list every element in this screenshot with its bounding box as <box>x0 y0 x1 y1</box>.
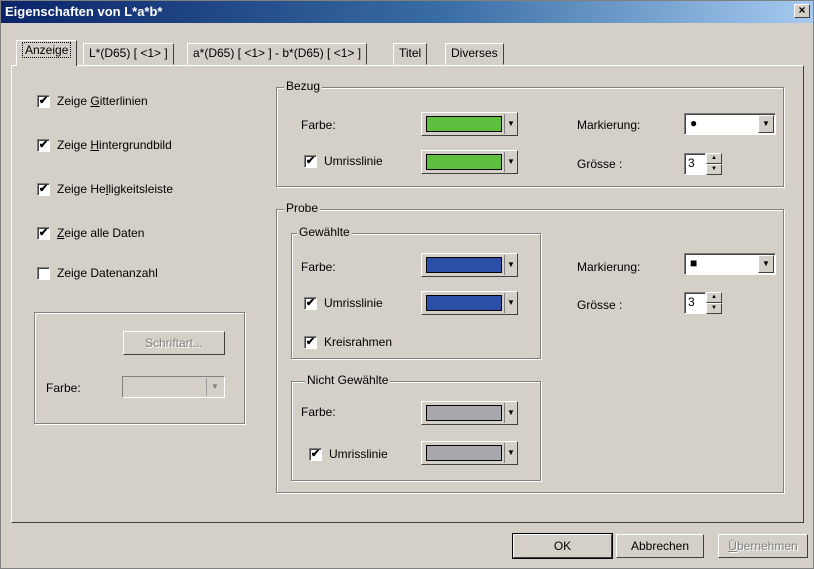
chevron-down-icon: ▼ <box>504 443 517 463</box>
checkbox-helligkeitsleiste[interactable]: ✔ <box>37 183 50 196</box>
gewaehlte-umriss-label: Umrisslinie <box>324 296 383 310</box>
probe-groesse-value[interactable]: 3 <box>684 292 706 314</box>
bezug-markierung-label: Markierung: <box>577 118 641 132</box>
chevron-down-icon: ▼ <box>504 403 517 423</box>
bezug-groesse-value[interactable]: 3 <box>684 153 706 175</box>
close-button[interactable]: × <box>794 4 810 18</box>
kreisrahmen-checkbox[interactable]: ✔ <box>304 336 317 349</box>
label-helligkeitsleiste: Zeige Helligkeitsleiste <box>57 182 174 196</box>
checkbox-hintergrundbild[interactable]: ✔ <box>37 139 50 152</box>
color-swatch <box>426 154 502 170</box>
schriftart-button[interactable]: Schriftart... <box>123 331 225 355</box>
nicht-gewaehlte-farbe-picker[interactable]: ▼ <box>421 401 518 425</box>
font-color-label: Farbe: <box>46 381 81 395</box>
title-bar: Eigenschaften von L*a*b* × <box>1 1 813 23</box>
color-swatch <box>426 445 502 461</box>
label-alle-daten: Zeige alle Daten <box>57 226 145 240</box>
properties-dialog: Eigenschaften von L*a*b* × Anzeige L*(D6… <box>0 0 814 569</box>
bezug-farbe-label: Farbe: <box>301 118 336 132</box>
tab-anzeige[interactable]: Anzeige <box>16 40 78 66</box>
bezug-farbe-picker[interactable]: ▼ <box>421 112 518 136</box>
tab-diverses[interactable]: Diverses <box>445 43 504 65</box>
bezug-groesse-spinner[interactable]: 3 ▲ ▼ <box>684 153 722 175</box>
kreisrahmen-label: Kreisrahmen <box>324 335 393 349</box>
chevron-down-icon: ▼ <box>504 293 517 313</box>
probe-groesse-label: Grösse : <box>577 298 623 312</box>
cancel-button[interactable]: Abbrechen <box>616 534 704 558</box>
checkbox-alle-daten[interactable]: ✔ <box>37 227 50 240</box>
gewaehlte-title: Gewählte <box>297 225 352 239</box>
nicht-gewaehlte-title: Nicht Gewählte <box>305 373 391 387</box>
nicht-gewaehlte-umriss-picker[interactable]: ▼ <box>421 441 518 465</box>
window-title: Eigenschaften von L*a*b* <box>5 4 163 19</box>
chevron-down-icon: ▼ <box>504 152 517 172</box>
probe-title: Probe <box>284 201 321 215</box>
chevron-down-icon: ▼ <box>758 115 774 133</box>
tab-titel[interactable]: Titel <box>393 43 428 65</box>
gewaehlte-farbe-picker[interactable]: ▼ <box>421 253 518 277</box>
probe-groesse-spinner[interactable]: 3 ▲ ▼ <box>684 292 722 314</box>
gewaehlte-farbe-label: Farbe: <box>301 260 336 274</box>
bezug-umriss-picker[interactable]: ▼ <box>421 150 518 174</box>
font-color-combo[interactable]: ▼ <box>122 376 225 398</box>
label-hintergrundbild: Zeige Hintergrundbild <box>57 138 172 152</box>
chevron-down-icon: ▼ <box>504 114 517 134</box>
nicht-gewaehlte-umriss-checkbox[interactable]: ✔ <box>309 448 322 461</box>
font-group <box>34 312 245 424</box>
probe-markierung-label: Markierung: <box>577 260 641 274</box>
chevron-down-icon: ▼ <box>206 378 223 396</box>
tab-a-b-d65[interactable]: a*(D65) [ <1> ] - b*(D65) [ <1> ] <box>187 43 368 65</box>
nicht-gewaehlte-farbe-label: Farbe: <box>301 405 336 419</box>
spin-up-icon[interactable]: ▲ <box>706 292 722 303</box>
bezug-markierung-combo[interactable]: ● ▼ <box>684 113 776 135</box>
color-swatch <box>426 405 502 421</box>
nicht-gewaehlte-umriss-label: Umrisslinie <box>329 447 388 461</box>
bezug-umriss-label: Umrisslinie <box>324 154 383 168</box>
color-swatch <box>426 257 502 273</box>
color-swatch <box>426 295 502 311</box>
chevron-down-icon: ▼ <box>504 255 517 275</box>
checkbox-datenanzahl[interactable] <box>37 267 50 280</box>
bezug-umriss-checkbox[interactable]: ✔ <box>304 155 317 168</box>
ok-button[interactable]: OK <box>512 533 613 559</box>
gewaehlte-umriss-checkbox[interactable]: ✔ <box>304 297 317 310</box>
chevron-down-icon: ▼ <box>758 255 774 273</box>
apply-button[interactable]: Übernehmen <box>718 534 808 558</box>
spin-up-icon[interactable]: ▲ <box>706 153 722 164</box>
spin-down-icon[interactable]: ▼ <box>706 303 722 314</box>
spin-down-icon[interactable]: ▼ <box>706 164 722 175</box>
square-marker-icon: ■ <box>690 256 698 270</box>
gewaehlte-umriss-picker[interactable]: ▼ <box>421 291 518 315</box>
probe-markierung-combo[interactable]: ■ ▼ <box>684 253 776 275</box>
circle-marker-icon: ● <box>690 116 698 130</box>
bezug-groesse-label: Grösse : <box>577 157 623 171</box>
nicht-gewaehlte-group <box>291 381 541 481</box>
label-datenanzahl: Zeige Datenanzahl <box>57 266 158 280</box>
tab-l-d65[interactable]: L*(D65) [ <1> ] <box>83 43 174 65</box>
bezug-title: Bezug <box>284 79 323 93</box>
color-swatch <box>426 116 502 132</box>
label-gitterlinien: Zeige Gitterlinien <box>57 94 148 108</box>
checkbox-gitterlinien[interactable]: ✔ <box>37 95 50 108</box>
